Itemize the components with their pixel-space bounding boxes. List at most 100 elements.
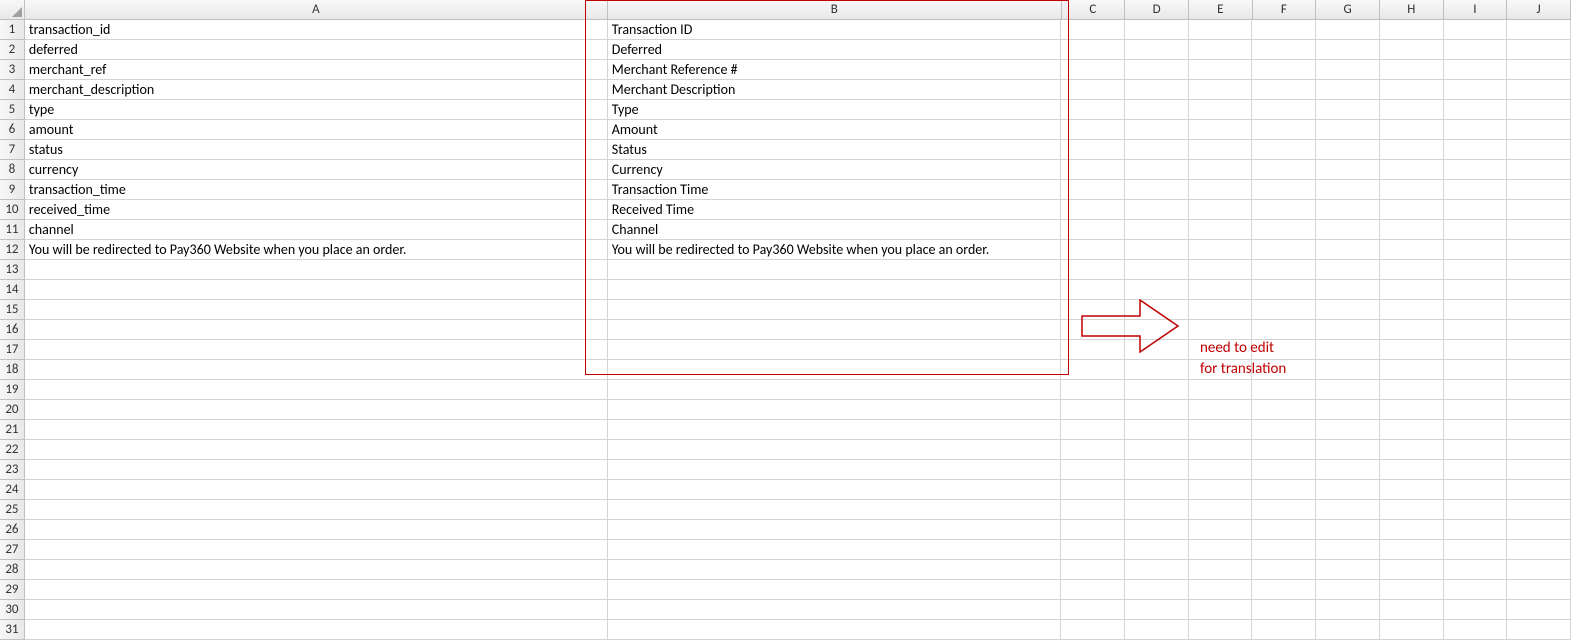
cell-I5[interactable] bbox=[1444, 100, 1508, 120]
cell-E15[interactable] bbox=[1189, 300, 1253, 320]
cell-I27[interactable] bbox=[1444, 540, 1508, 560]
cell-A19[interactable] bbox=[25, 380, 608, 400]
column-header-J[interactable]: J bbox=[1507, 0, 1571, 20]
cell-I4[interactable] bbox=[1444, 80, 1508, 100]
row-header-21[interactable]: 21 bbox=[0, 420, 25, 440]
cell-I20[interactable] bbox=[1444, 400, 1508, 420]
cell-H17[interactable] bbox=[1380, 340, 1444, 360]
cell-F27[interactable] bbox=[1252, 540, 1316, 560]
cell-H31[interactable] bbox=[1380, 620, 1444, 640]
cell-G4[interactable] bbox=[1316, 80, 1380, 100]
cell-C3[interactable] bbox=[1061, 60, 1125, 80]
cell-C13[interactable] bbox=[1061, 260, 1125, 280]
row-header-8[interactable]: 8 bbox=[0, 160, 25, 180]
cell-G17[interactable] bbox=[1316, 340, 1380, 360]
column-header-C[interactable]: C bbox=[1062, 0, 1126, 20]
cell-J3[interactable] bbox=[1507, 60, 1571, 80]
row-header-23[interactable]: 23 bbox=[0, 460, 25, 480]
cell-J10[interactable] bbox=[1507, 200, 1571, 220]
cell-G23[interactable] bbox=[1316, 460, 1380, 480]
cell-J5[interactable] bbox=[1507, 100, 1571, 120]
cell-C19[interactable] bbox=[1061, 380, 1125, 400]
cell-E16[interactable] bbox=[1189, 320, 1253, 340]
cell-A26[interactable] bbox=[25, 520, 608, 540]
cell-E9[interactable] bbox=[1189, 180, 1253, 200]
cell-F20[interactable] bbox=[1252, 400, 1316, 420]
column-header-A[interactable]: A bbox=[25, 0, 608, 20]
row-header-5[interactable]: 5 bbox=[0, 100, 25, 120]
cell-E7[interactable] bbox=[1189, 140, 1253, 160]
row-header-11[interactable]: 11 bbox=[0, 220, 25, 240]
cell-D27[interactable] bbox=[1125, 540, 1189, 560]
cell-F25[interactable] bbox=[1252, 500, 1316, 520]
cell-I19[interactable] bbox=[1444, 380, 1508, 400]
cell-G9[interactable] bbox=[1316, 180, 1380, 200]
cell-B23[interactable] bbox=[608, 460, 1062, 480]
cell-D12[interactable] bbox=[1125, 240, 1189, 260]
cell-F6[interactable] bbox=[1252, 120, 1316, 140]
cell-A28[interactable] bbox=[25, 560, 608, 580]
cell-H23[interactable] bbox=[1380, 460, 1444, 480]
row-header-2[interactable]: 2 bbox=[0, 40, 25, 60]
row-header-16[interactable]: 16 bbox=[0, 320, 25, 340]
cell-J2[interactable] bbox=[1507, 40, 1571, 60]
cell-G31[interactable] bbox=[1316, 620, 1380, 640]
cell-D25[interactable] bbox=[1125, 500, 1189, 520]
cell-F30[interactable] bbox=[1252, 600, 1316, 620]
cell-B12[interactable]: You will be redirected to Pay360 Website… bbox=[608, 240, 1062, 260]
cell-E2[interactable] bbox=[1189, 40, 1253, 60]
cell-H14[interactable] bbox=[1380, 280, 1444, 300]
cell-F23[interactable] bbox=[1252, 460, 1316, 480]
cell-B27[interactable] bbox=[608, 540, 1062, 560]
cell-G21[interactable] bbox=[1316, 420, 1380, 440]
cell-I28[interactable] bbox=[1444, 560, 1508, 580]
cell-D1[interactable] bbox=[1125, 20, 1189, 40]
cell-B11[interactable]: Channel bbox=[608, 220, 1062, 240]
cell-E18[interactable] bbox=[1189, 360, 1253, 380]
cell-H24[interactable] bbox=[1380, 480, 1444, 500]
cell-J29[interactable] bbox=[1507, 580, 1571, 600]
cell-E13[interactable] bbox=[1189, 260, 1253, 280]
column-header-F[interactable]: F bbox=[1253, 0, 1317, 20]
cell-A13[interactable] bbox=[25, 260, 608, 280]
cell-F18[interactable] bbox=[1252, 360, 1316, 380]
cell-J31[interactable] bbox=[1507, 620, 1571, 640]
cell-F13[interactable] bbox=[1252, 260, 1316, 280]
cell-A29[interactable] bbox=[25, 580, 608, 600]
row-header-15[interactable]: 15 bbox=[0, 300, 25, 320]
cell-G7[interactable] bbox=[1316, 140, 1380, 160]
cell-H28[interactable] bbox=[1380, 560, 1444, 580]
cell-E30[interactable] bbox=[1189, 600, 1253, 620]
row-header-25[interactable]: 25 bbox=[0, 500, 25, 520]
cell-I16[interactable] bbox=[1444, 320, 1508, 340]
cell-A7[interactable]: status bbox=[25, 140, 608, 160]
row-header-9[interactable]: 9 bbox=[0, 180, 25, 200]
cell-G5[interactable] bbox=[1316, 100, 1380, 120]
cell-E4[interactable] bbox=[1189, 80, 1253, 100]
cell-E14[interactable] bbox=[1189, 280, 1253, 300]
cell-G3[interactable] bbox=[1316, 60, 1380, 80]
cell-C23[interactable] bbox=[1061, 460, 1125, 480]
cell-A6[interactable]: amount bbox=[25, 120, 608, 140]
cell-I22[interactable] bbox=[1444, 440, 1508, 460]
cell-C27[interactable] bbox=[1061, 540, 1125, 560]
cell-B17[interactable] bbox=[608, 340, 1062, 360]
cell-F3[interactable] bbox=[1252, 60, 1316, 80]
cell-H11[interactable] bbox=[1380, 220, 1444, 240]
cell-F14[interactable] bbox=[1252, 280, 1316, 300]
select-all-corner[interactable] bbox=[0, 0, 25, 20]
cell-G18[interactable] bbox=[1316, 360, 1380, 380]
cell-D3[interactable] bbox=[1125, 60, 1189, 80]
cell-I2[interactable] bbox=[1444, 40, 1508, 60]
cell-D28[interactable] bbox=[1125, 560, 1189, 580]
cell-G20[interactable] bbox=[1316, 400, 1380, 420]
cell-C4[interactable] bbox=[1061, 80, 1125, 100]
column-header-E[interactable]: E bbox=[1189, 0, 1253, 20]
cell-G25[interactable] bbox=[1316, 500, 1380, 520]
row-header-13[interactable]: 13 bbox=[0, 260, 25, 280]
cell-J15[interactable] bbox=[1507, 300, 1571, 320]
cell-E12[interactable] bbox=[1189, 240, 1253, 260]
cell-E6[interactable] bbox=[1189, 120, 1253, 140]
cell-D29[interactable] bbox=[1125, 580, 1189, 600]
cell-H16[interactable] bbox=[1380, 320, 1444, 340]
